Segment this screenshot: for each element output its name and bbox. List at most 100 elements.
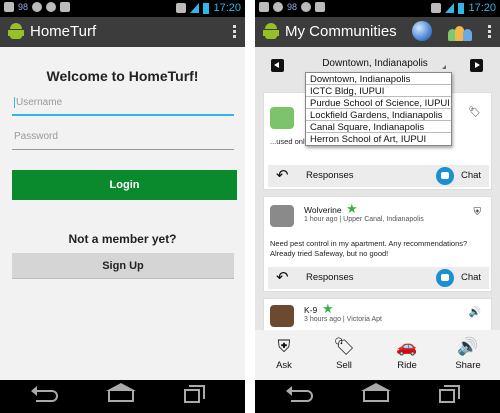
bottom-tab-bar: ⛨ Ask 🏷 Sell 🚗 Ride 🔊 Share: [255, 330, 500, 380]
reply-all-icon: ↶: [276, 269, 289, 286]
sync-icon: [32, 2, 43, 12]
chat-button[interactable]: Chat: [461, 272, 481, 283]
screenshot-pair: 98 17:20 HomeTurf Welcome to HomeTurf! U…: [0, 0, 500, 413]
price-tag-icon: 🏷: [333, 337, 355, 356]
speaker-icon: 🔊: [457, 337, 479, 356]
spinner-caret-icon: [442, 65, 446, 69]
tab-ask[interactable]: ⛨ Ask: [259, 336, 309, 371]
gamepad-icon: [315, 2, 326, 12]
nav-bar: [0, 380, 245, 413]
post-meta: 1 hour ago | Upper Canal, Indianapolis: [304, 216, 424, 223]
status-badge: 98: [287, 2, 298, 12]
shield-question-icon: ⛨: [277, 337, 291, 356]
password-placeholder: Password: [14, 131, 58, 142]
dropdown-option[interactable]: Herron School of Art, IUPUI: [306, 133, 451, 145]
community-spinner[interactable]: Downtown, Indianapolis: [300, 58, 450, 69]
responses-button[interactable]: Responses: [306, 170, 354, 181]
car-icon: 🚗: [396, 337, 418, 356]
post-card: K-9 ★ 3 hours ago | Victoria Apt 🔊: [263, 298, 492, 330]
user-avatar: [270, 205, 294, 227]
post-username[interactable]: K-9: [304, 305, 317, 315]
community-dropdown: Downtown, Indianapolis ICTC Bldg, IUPUI …: [305, 72, 452, 146]
tab-label: Ask: [276, 360, 292, 371]
welcome-heading: Welcome to HomeTurf!: [46, 68, 199, 84]
signal-icon: [190, 3, 200, 13]
reply-all-icon: ↶: [276, 167, 289, 184]
username-field[interactable]: Username: [12, 94, 234, 116]
gamepad-icon: [60, 2, 71, 12]
community-selector: Downtown, Indianapolis: [255, 50, 500, 74]
dropdown-option[interactable]: Lockfield Gardens, Indianapolis: [306, 109, 451, 121]
post-username[interactable]: Wolverine: [304, 205, 342, 215]
post-text: Need pest control in my apartment. Any r…: [270, 239, 468, 258]
status-badge: 98: [18, 2, 29, 12]
not-member-text: Not a member yet?: [68, 232, 177, 246]
tab-label: Sell: [336, 360, 352, 371]
next-community-button[interactable]: [470, 59, 483, 72]
android-app-icon: [263, 23, 279, 41]
status-bar: 98 17:20: [255, 0, 500, 17]
overflow-menu-icon[interactable]: [488, 25, 492, 38]
speaker-icon: 🔊: [468, 307, 481, 318]
signup-button[interactable]: Sign Up: [12, 253, 234, 279]
tab-label: Share: [455, 360, 481, 371]
google-icon: [46, 2, 57, 12]
nav-bar: [255, 380, 500, 413]
communities-screen: 98 17:20 My Communities Downtown, Indian…: [255, 0, 500, 413]
chat-icon[interactable]: [436, 269, 454, 287]
previous-community-button[interactable]: [271, 59, 284, 72]
image-icon: [259, 2, 269, 12]
back-icon[interactable]: [286, 386, 313, 402]
globe-icon[interactable]: [412, 21, 432, 41]
username-placeholder: Username: [16, 97, 63, 109]
tab-sell[interactable]: 🏷 Sell: [319, 336, 369, 371]
tab-label: Ride: [397, 360, 417, 371]
action-bar: HomeTurf: [0, 17, 245, 47]
status-bar: 98 17:20: [0, 0, 245, 17]
star-icon: ★: [346, 201, 358, 216]
back-icon[interactable]: [31, 386, 58, 402]
chat-icon[interactable]: [436, 167, 454, 185]
app-title: HomeTurf: [30, 23, 97, 40]
wifi-icon: [176, 3, 187, 13]
android-app-icon: [8, 23, 24, 41]
dropdown-option[interactable]: Canal Square, Indianapolis: [306, 121, 451, 133]
home-icon[interactable]: [361, 383, 391, 402]
overflow-menu-icon[interactable]: [233, 25, 237, 38]
login-screen: 98 17:20 HomeTurf Welcome to HomeTurf! U…: [0, 0, 245, 413]
post-actions: ↶ Responses Chat: [268, 165, 489, 187]
tab-ride[interactable]: 🚗 Ride: [382, 336, 432, 371]
battery-icon: [203, 2, 210, 14]
user-avatar: [270, 305, 294, 327]
notification-icon: [4, 2, 14, 12]
text-caret: [14, 97, 15, 108]
shield-question-icon: ⛨: [473, 207, 482, 218]
chat-button[interactable]: Chat: [461, 170, 481, 181]
wifi-icon: [431, 3, 442, 13]
dropdown-option[interactable]: ICTC Bldg, IUPUI: [306, 85, 451, 97]
google-icon: [301, 2, 312, 12]
responses-button[interactable]: Responses: [306, 272, 354, 283]
clock: 17:20: [468, 2, 496, 14]
price-tag-icon: 🏷: [468, 107, 481, 118]
app-title: My Communities: [285, 23, 397, 40]
home-icon[interactable]: [106, 383, 136, 402]
dropdown-option[interactable]: Purdue School of Science, IUPUI: [306, 97, 451, 109]
star-icon: ★: [322, 301, 334, 316]
sync-icon: [273, 2, 283, 12]
people-icon[interactable]: [448, 21, 472, 41]
password-field[interactable]: Password: [12, 128, 234, 150]
recent-apps-icon[interactable]: [184, 385, 205, 403]
recent-apps-icon[interactable]: [439, 385, 460, 403]
login-button[interactable]: Login: [12, 170, 237, 200]
post-card: Wolverine ★ 1 hour ago | Upper Canal, In…: [263, 196, 492, 292]
post-meta: 3 hours ago | Victoria Apt: [304, 316, 382, 323]
action-bar: My Communities: [255, 17, 500, 47]
user-avatar: [270, 107, 294, 129]
signal-icon: [445, 3, 455, 13]
tab-share[interactable]: 🔊 Share: [443, 336, 493, 371]
clock: 17:20: [213, 2, 241, 14]
dropdown-option[interactable]: Downtown, Indianapolis: [306, 73, 451, 85]
post-actions: ↶ Responses Chat: [268, 267, 489, 289]
battery-icon: [458, 2, 465, 14]
